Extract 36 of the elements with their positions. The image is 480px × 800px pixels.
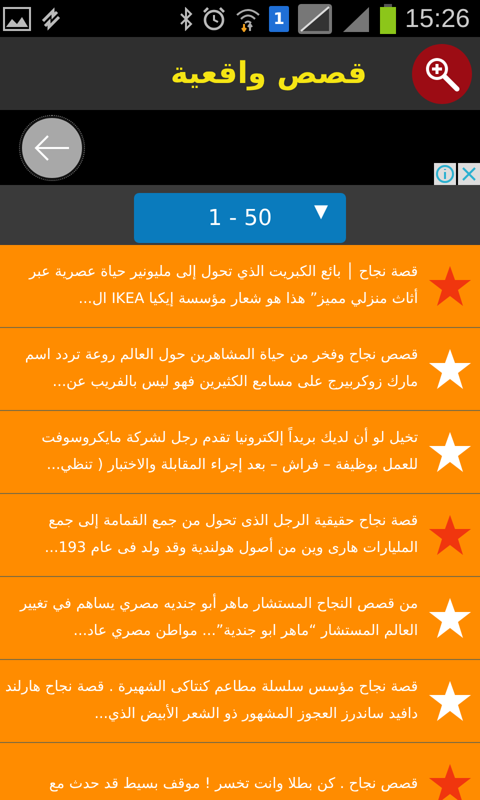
story-item[interactable]: قصة نجاح مؤسس سلسلة مطاعم كنتاكى الشهيرة . قصة نجاح هارلند دافيد ساندرز العجوز المشهور ذو الشعر الأبيض الذي... — [0, 660, 480, 743]
story-item[interactable]: قصص نجاح . كن بطلا وانت تخسر ! موقف بسيط قد حدث مع — [0, 743, 480, 800]
signal-icon — [340, 4, 371, 32]
range-dropdown[interactable]: 1 - 50 ▼ — [134, 193, 346, 243]
story-item[interactable]: قصص نجاح وفخر من حياة المشاهرين حول العالم روعة تردد اسم مارك زوكربيرج على مسامع الكثيرين فهو ليس بالفريب عن... — [0, 328, 480, 411]
story-summary: قصة نجاح مؤسس سلسلة مطاعم كنتاكى الشهيرة . قصة نجاح هارلند دافيد ساندرز العجوز المشهور ذو الشعر الأبيض الذي... — [4, 678, 418, 724]
star-icon[interactable] — [428, 680, 472, 722]
story-summary: من قصص النجاح المستشار ماهر أبو جنديه مصري يساهم في تغيير العالم المستشار “ماهر ابو جندية”... مواطن مصري عاد... — [4, 591, 418, 645]
story-item[interactable]: تخيل لو أن لديك بريداً إلكترونيا تقدم رجل لشركة مايكروسوفت للعمل بوظيفة – فراش – بعد إجراء المقابلة والاختبار ( تنظي... — [0, 411, 480, 494]
back-button[interactable] — [20, 116, 84, 180]
signal-icon — [296, 2, 333, 34]
story-summary: قصص نجاح وفخر من حياة المشاهرين حول العالم روعة تردد اسم مارك زوكربيرج على مسامع الكثيرين فهو ليس بالفريب عن... — [24, 346, 418, 392]
story-summary: قصة نجاح حقيقية الرجل الذى تحول من جمع القمامة إلى جمع المليارات هارى وين من أصول هولندية وقد ولد فى عام 193... — [44, 512, 418, 558]
story-summary: تخيل لو أن لديك بريداً إلكترونيا تقدم رجل لشركة مايكروسوفت للعمل بوظيفة – فراش – بعد إجراء المقابلة والاختبار ( تنظي... — [4, 425, 418, 479]
gallery-icon — [3, 6, 31, 30]
story-item[interactable]: من قصص النجاح المستشار ماهر أبو جنديه مصري يساهم في تغيير العالم المستشار “ماهر ابو جندية”... مواطن مصري عاد... — [0, 577, 480, 660]
alarm-icon — [200, 6, 227, 32]
info-icon[interactable] — [434, 163, 456, 185]
sim-card-icon: 1 — [268, 6, 289, 32]
sync-icon — [39, 6, 63, 30]
star-icon[interactable] — [428, 265, 472, 307]
bluetooth-icon — [178, 6, 193, 30]
star-icon[interactable] — [428, 431, 472, 473]
story-summary: قصص نجاح . كن بطلا وانت تخسر ! موقف بسيط قد حدث مع — [48, 774, 418, 794]
back-arrow-icon — [34, 134, 70, 160]
battery-icon — [378, 4, 397, 34]
star-icon[interactable] — [428, 763, 472, 800]
close-icon[interactable] — [458, 163, 480, 185]
star-icon[interactable] — [428, 597, 472, 639]
story-item[interactable]: قصة نجاح حقيقية الرجل الذى تحول من جمع القمامة إلى جمع المليارات هارى وين من أصول هولندية وقد ولد فى عام 193... — [0, 494, 480, 577]
clock-time: 15:26 — [404, 3, 470, 34]
app-title: قصص واقعية — [170, 56, 367, 91]
story-summary: قصة نجاح │ بائع الكبريت الذي تحول إلى مليونير حياة عصرية عبر أثاث منزلي مميز” هذا هو شعار مؤسسة إيكيا IKEA ال... — [28, 261, 418, 309]
star-icon[interactable] — [428, 514, 472, 556]
story-item[interactable]: قصة نجاح │ بائع الكبريت الذي تحول إلى مليونير حياة عصرية عبر أثاث منزلي مميز” هذا هو شعار مؤسسة إيكيا IKEA ال... — [0, 245, 480, 328]
star-icon[interactable] — [428, 348, 472, 390]
